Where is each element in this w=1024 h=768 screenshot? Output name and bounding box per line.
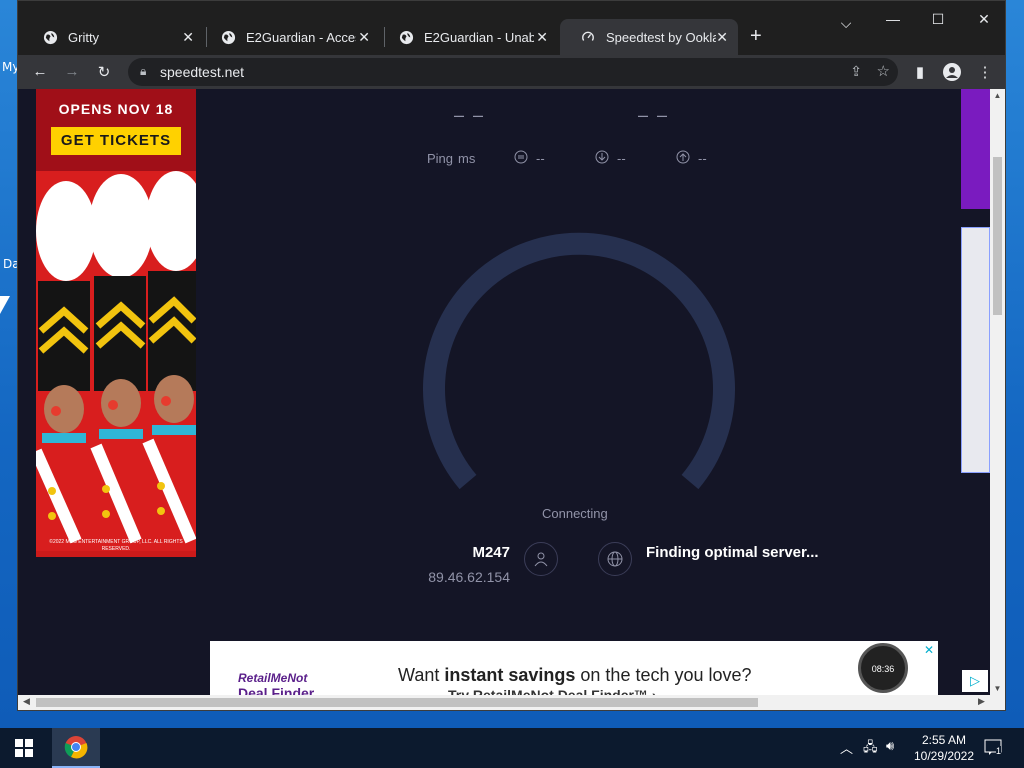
horizontal-scroll-thumb[interactable] [36,698,758,707]
close-tab-icon[interactable]: ✕ [716,29,728,46]
reload-icon[interactable]: ↻ [94,63,114,81]
tab-label: Gritty [68,29,100,45]
ad-banner-bottom[interactable]: RetailMeNot Deal Finder Want instant sav… [210,641,938,695]
ad-close-icon[interactable]: ✕ [924,643,934,657]
tab-strip: Gritty ✕ E2Guardian - Access ✕ E2Guardia… [18,1,1005,55]
close-window-button[interactable]: ✕ [961,11,1007,28]
maximize-button[interactable]: ☐ [915,11,961,28]
mouse-cursor-icon [0,296,10,314]
ip-address: 89.46.62.154 [428,569,510,585]
notification-icon[interactable]: 1 [984,738,1002,756]
minimize-button[interactable]: — [870,11,916,27]
ad-brand-sub: Deal Finder [238,685,315,695]
ad-opens-text: OPENS NOV 18 [58,101,174,117]
network-icon[interactable]: 🖧︎ [863,738,878,760]
jitter-icon [514,150,528,167]
volume-icon[interactable]: 🔊︎ [886,738,894,754]
smartwatch-image: 08:36 [858,643,908,693]
tab-gritty[interactable]: Gritty ✕ [22,19,204,55]
ping-label: Ping [427,151,454,166]
ad-right-box[interactable] [961,227,990,473]
taskbar: ︿ 🖧︎ 🔊︎ 2:55 AM 10/29/2022 1 [0,728,1024,768]
ad-brand: RetailMeNot [238,671,308,685]
windows-logo-icon [15,739,33,757]
clock-date: 10/29/2022 [913,749,975,763]
ad-banner-left[interactable]: OPENS NOV 18 GET TICKETS ©2022 MSG ENTER… [36,89,196,557]
scroll-left-arrow-icon[interactable]: ◀ [23,696,30,707]
page-viewport: OPENS NOV 18 GET TICKETS ©2022 MSG ENTER… [18,89,990,695]
jitter-value: -- [536,151,545,166]
tab-search-icon[interactable]: ⌵ [823,15,869,32]
ad-headline-pre: Want [398,665,445,685]
close-tab-icon[interactable]: ✕ [182,29,194,46]
speed-gauge [423,232,735,490]
close-tab-icon[interactable]: ✕ [358,29,370,46]
tab-e2guardian-access[interactable]: E2Guardian - Access ✕ [200,19,380,55]
adchoices-icon[interactable]: ▷ [962,670,988,692]
lock-icon[interactable]: 🔒︎ [140,64,146,79]
connection-status: Connecting [542,506,608,521]
chrome-taskbar-button[interactable] [52,728,100,768]
ad-headline-post: on the tech you love? [575,665,752,685]
system-clock[interactable]: 2:55 AM 10/29/2022 [904,732,984,764]
globe-icon [398,29,414,45]
tab-e2guardian-unable[interactable]: E2Guardian - Unable ✕ [378,19,558,55]
get-tickets-button[interactable]: GET TICKETS [51,127,181,155]
profile-avatar-icon[interactable] [942,63,962,85]
ping-download-value: -- [617,151,626,166]
globe-icon[interactable] [598,542,632,576]
ad-header: OPENS NOV 18 GET TICKETS [36,89,196,171]
ping-unit: ms [458,151,476,166]
share-icon[interactable]: ⇪ [850,63,862,80]
tab-label: E2Guardian - Unable [424,29,534,45]
ad-copyright: ©2022 MSG ENTERTAINMENT GROUP, LLC. ALL … [49,539,183,552]
vertical-scrollbar[interactable]: ▲ ▼ [990,89,1005,695]
address-bar[interactable]: 🔒︎ speedtest.net ⇪ ☆ [128,58,898,86]
scroll-right-arrow-icon[interactable]: ▶ [978,696,985,707]
download-speed-value: – – [454,105,486,125]
browser-window: Gritty ✕ E2Guardian - Access ✕ E2Guardia… [17,0,1006,711]
clock-time: 2:55 AM [921,733,967,747]
tray-chevron-icon[interactable]: ︿ [840,738,853,757]
start-button[interactable] [0,728,48,768]
back-icon[interactable]: ← [30,63,50,80]
globe-icon [220,29,236,45]
ad-subline: Try RetailMeNot Deal Finder™ › [448,687,657,695]
vertical-scroll-thumb[interactable] [993,157,1002,315]
user-icon[interactable] [524,542,558,576]
chrome-icon [64,736,88,759]
tab-label: E2Guardian - Access [246,29,356,45]
url-text[interactable]: speedtest.net [160,64,244,80]
isp-name: M247 [472,544,510,561]
ping-upload-value: -- [698,151,707,166]
forward-icon[interactable]: → [62,63,82,80]
ad-headline: Want instant savings on the tech you lov… [398,665,752,686]
side-panel-icon[interactable]: ▮ [910,63,930,81]
browser-toolbar: ← → ↻ 🔒︎ speedtest.net ⇪ ☆ ▮ ⋮ [18,55,1005,89]
speedometer-icon [580,29,596,45]
ad-right-strip[interactable] [961,89,990,209]
tab-label: Speedtest by Ookla - [606,29,716,45]
menu-kebab-icon[interactable]: ⋮ [975,63,995,81]
server-status: Finding optimal server... [646,544,819,561]
tab-speedtest[interactable]: Speedtest by Ookla - ✕ [560,19,738,55]
horizontal-scrollbar[interactable]: ◀ ▶ [18,695,1005,710]
download-arrow-icon [595,150,609,167]
upload-arrow-icon [676,150,690,167]
notification-count: 1 [996,746,1002,756]
bookmark-star-icon[interactable]: ☆ [877,62,890,80]
toy-soldiers-image [36,171,196,551]
scroll-down-arrow-icon[interactable]: ▼ [990,684,1005,693]
ad-headline-bold: instant savings [444,665,576,685]
globe-icon [42,29,58,45]
new-tab-button[interactable]: + [750,25,762,48]
upload-speed-value: – – [638,105,670,125]
scroll-up-arrow-icon[interactable]: ▲ [990,91,1005,100]
close-tab-icon[interactable]: ✕ [536,29,548,46]
